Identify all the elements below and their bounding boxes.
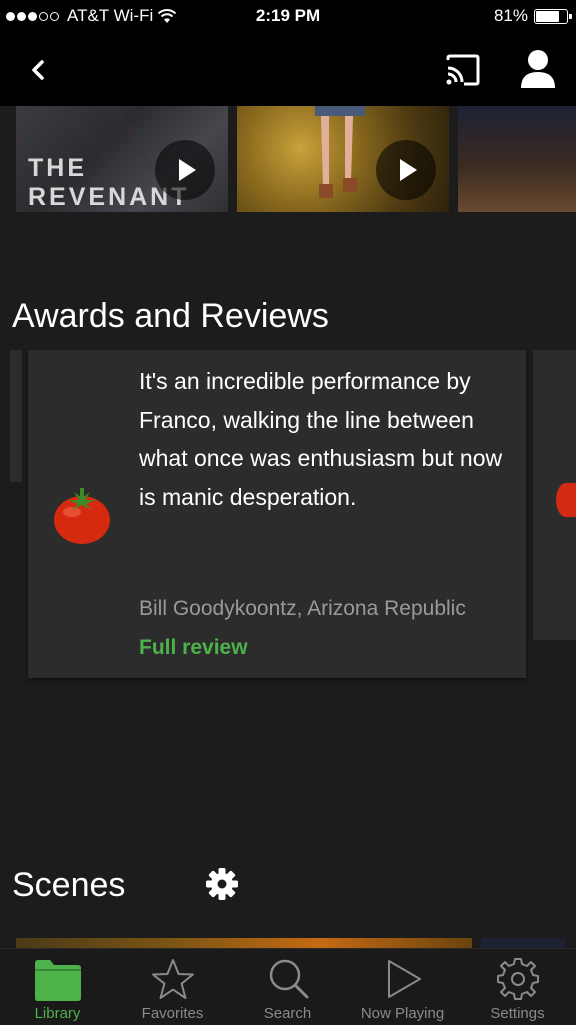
gear-icon[interactable] <box>204 866 240 902</box>
status-right: 81% <box>493 6 572 26</box>
scene-thumbnail[interactable] <box>481 938 565 948</box>
play-outline-icon <box>388 960 421 998</box>
tab-search[interactable]: Search <box>230 949 345 1025</box>
tab-now-playing[interactable]: Now Playing <box>345 949 460 1025</box>
battery-icon <box>534 8 572 24</box>
reviews-carousel[interactable]: It's an incredible performance by Franco… <box>0 348 576 688</box>
tab-label: Search <box>263 1005 312 1022</box>
tomato-icon <box>556 483 576 517</box>
status-time: 2:19 PM <box>255 6 321 25</box>
gear-icon <box>497 958 539 1000</box>
tab-settings[interactable]: Settings <box>460 949 575 1025</box>
video-thumbnail[interactable] <box>237 106 449 212</box>
scenes-row <box>0 938 576 948</box>
awards-reviews-heading: Awards and Reviews <box>12 297 329 335</box>
tab-label: Favorites <box>141 1005 204 1022</box>
search-icon <box>269 959 309 999</box>
star-icon <box>152 959 194 999</box>
play-icon[interactable] <box>376 140 436 200</box>
review-card[interactable]: It's an incredible performance by Franco… <box>28 350 526 678</box>
full-review-link[interactable]: Full review <box>139 636 248 660</box>
cast-icon[interactable] <box>444 52 482 88</box>
scenes-heading: Scenes <box>12 866 126 904</box>
scene-thumbnail[interactable] <box>16 938 472 948</box>
status-bar: AT&T Wi-Fi 2:19 PM 81% <box>0 0 576 34</box>
battery-fill <box>536 10 559 22</box>
tab-favorites[interactable]: Favorites <box>115 949 230 1025</box>
tab-label: Now Playing <box>360 1005 445 1022</box>
tab-library[interactable]: Library <box>0 949 115 1025</box>
video-thumbnail[interactable] <box>458 106 576 212</box>
tab-label: Settings <box>490 1005 545 1022</box>
related-videos-row: THE REVENANT <box>0 106 576 214</box>
thumbnail-art <box>315 106 365 198</box>
tomato-icon <box>54 488 110 544</box>
video-thumbnail[interactable]: THE REVENANT <box>16 106 228 212</box>
tab-bar: Library Favorites Search Now Playing Set… <box>0 948 576 1025</box>
battery-percent: 81% <box>493 6 528 25</box>
play-icon[interactable] <box>155 140 215 200</box>
folder-icon <box>35 960 81 1001</box>
previous-review-card[interactable] <box>10 350 22 482</box>
review-quote: It's an incredible performance by Franco… <box>139 368 503 510</box>
chevron-left-icon[interactable] <box>22 52 58 88</box>
review-critic: Bill Goodykoontz, Arizona Republic <box>139 597 466 620</box>
user-icon[interactable] <box>518 48 558 90</box>
navigation-bar <box>0 34 576 106</box>
tab-label: Library <box>34 1005 81 1022</box>
